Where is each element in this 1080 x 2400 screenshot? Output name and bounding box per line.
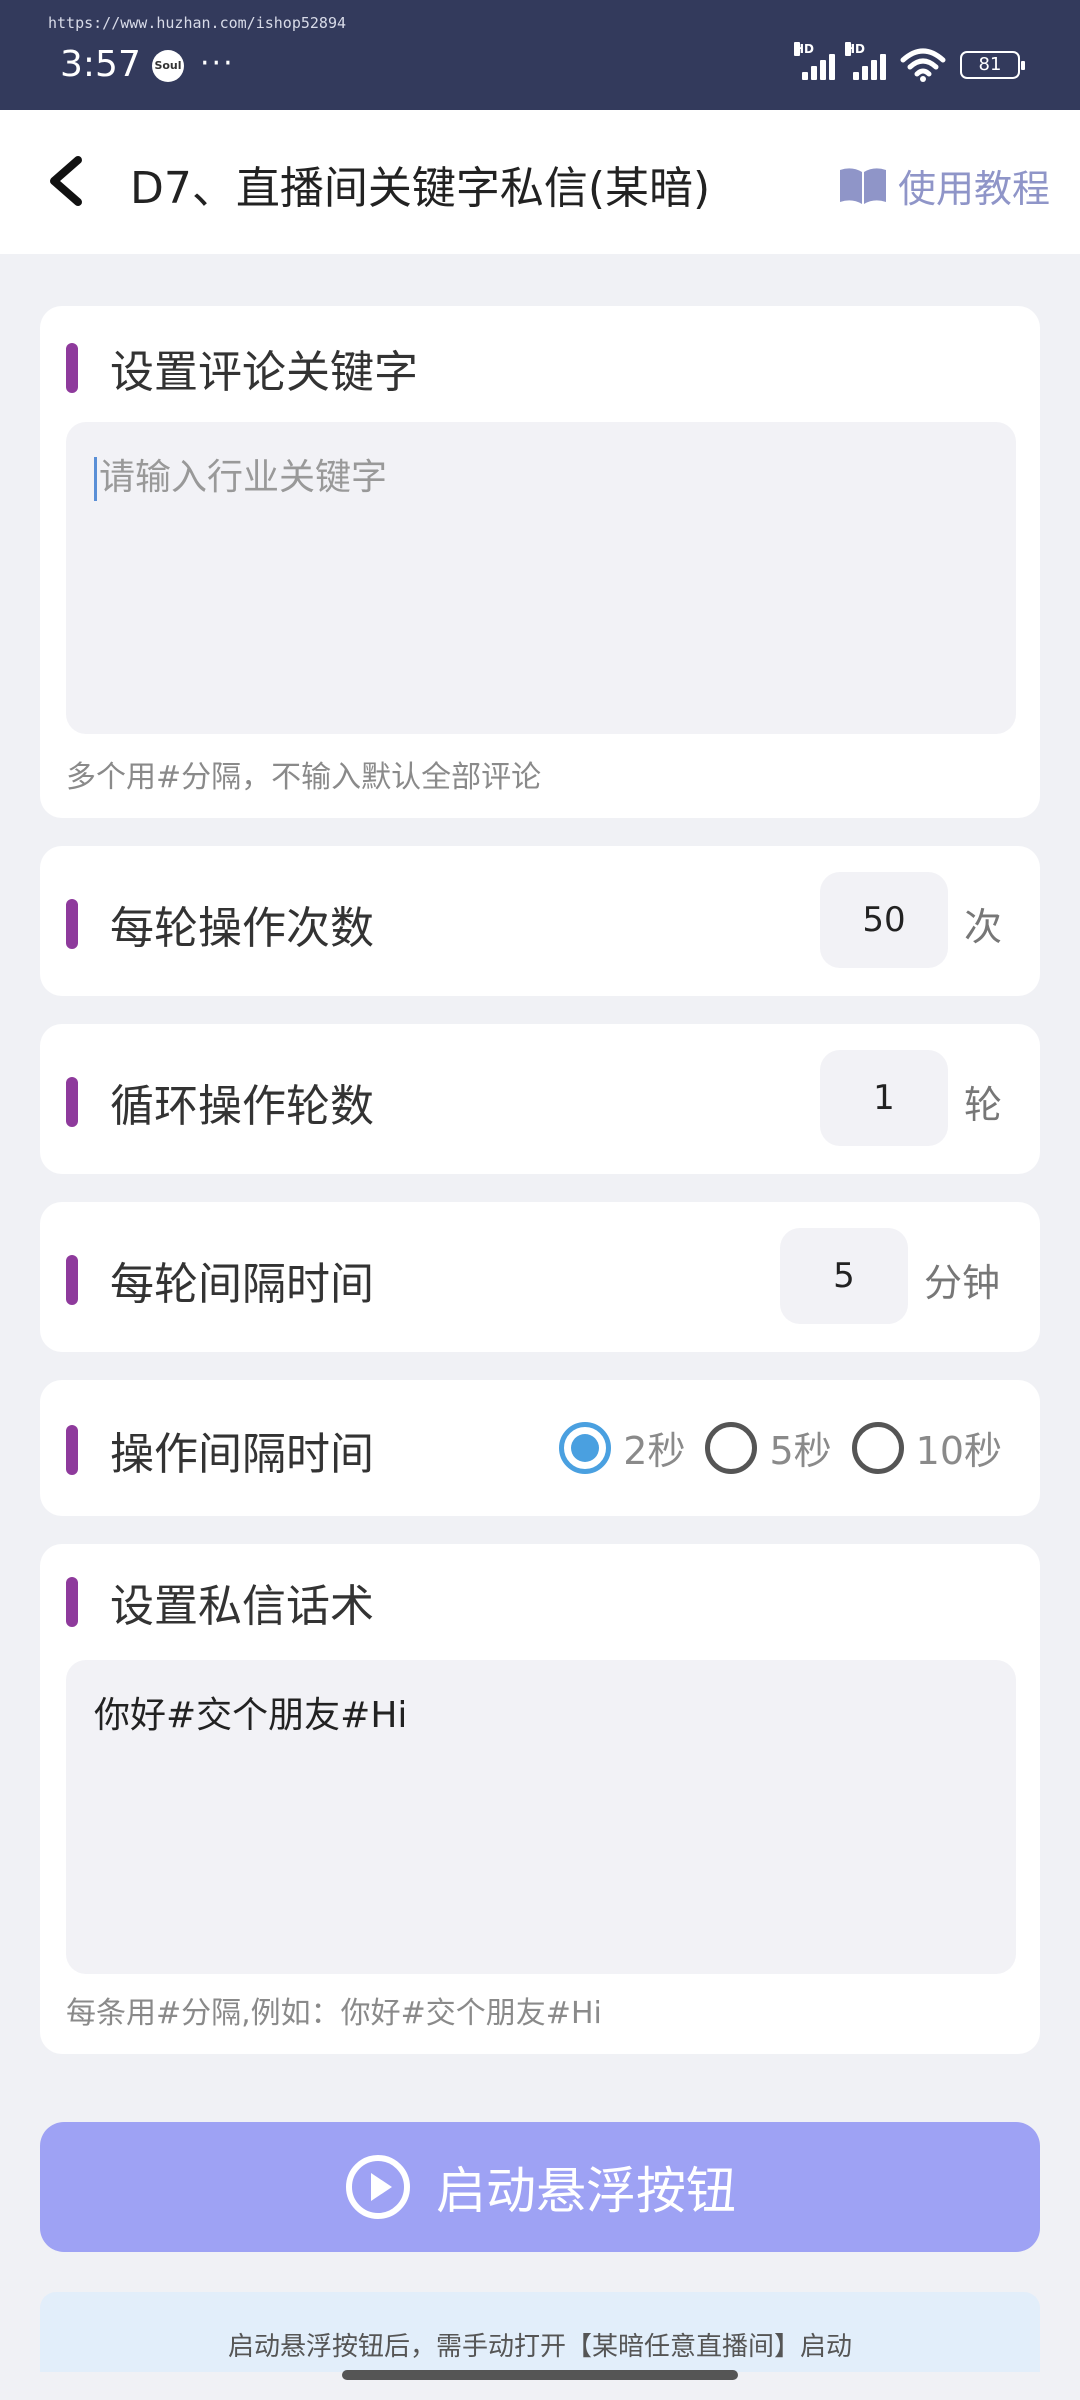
section-accent-bar [66,1577,78,1627]
section-accent-bar [66,899,78,949]
ops-per-round-unit: 次 [964,905,1003,949]
round-interval-unit: 分钟 [924,1261,1001,1305]
radio-10s[interactable]: 10秒 [851,1420,1002,1475]
radio-5s[interactable]: 5秒 [705,1420,832,1475]
section-accent-bar [66,343,78,393]
radio-2s[interactable]: 2秒 [559,1420,685,1475]
section-accent-bar [66,1255,78,1305]
keyword-card: 设置评论关键字 请输入行业关键字 多个用#分隔，不输入默认全部评论 [40,306,1040,818]
message-hint: 每条用#分隔,例如：你好#交个朋友#Hi [66,1996,602,2031]
soul-app-icon: Soul [152,50,184,82]
ops-per-round-input[interactable]: 50 [820,872,948,968]
loop-rounds-card: 循环操作轮数 1 轮 [40,1024,1040,1174]
ops-per-round-title: 每轮操作次数 [110,903,374,954]
battery-icon: 81 [960,51,1025,79]
signal-icon: HD [794,42,835,80]
tutorial-link[interactable]: 使用教程 [838,158,1050,213]
section-accent-bar [66,1077,78,1127]
op-interval-card: 操作间隔时间 2秒 5秒 10秒 [40,1380,1040,1516]
start-floating-button[interactable]: 启动悬浮按钮 [40,2122,1040,2252]
status-bar: https://www.huzhan.com/ishop52894 3:57 S… [0,0,1080,110]
back-arrow-icon[interactable] [40,148,100,214]
round-interval-title: 每轮间隔时间 [110,1259,374,1310]
wifi-icon [900,48,946,82]
loop-rounds-unit: 轮 [964,1083,1003,1127]
round-interval-card: 每轮间隔时间 5 分钟 [40,1202,1040,1352]
section-accent-bar [66,1425,78,1475]
radio-label: 10秒 [915,1429,1002,1473]
more-notifications-icon: ··· [200,46,235,81]
signal-icon-2: HD [845,42,886,80]
home-indicator[interactable] [342,2370,738,2380]
loop-rounds-input[interactable]: 1 [820,1050,948,1146]
round-interval-input[interactable]: 5 [780,1228,908,1324]
app-header: D7、直播间关键字私信(某暗) 使用教程 [0,110,1080,254]
loop-rounds-title: 循环操作轮数 [110,1081,374,1132]
radio-label: 2秒 [623,1429,686,1473]
message-input[interactable]: 你好#交个朋友#Hi [66,1660,1016,1974]
keyword-input[interactable]: 请输入行业关键字 [66,422,1016,734]
radio-label: 5秒 [769,1429,832,1473]
start-button-label: 启动悬浮按钮 [436,2162,736,2220]
message-section-title: 设置私信话术 [110,1581,374,1632]
book-icon [839,167,886,204]
message-card: 设置私信话术 你好#交个朋友#Hi 每条用#分隔,例如：你好#交个朋友#Hi [40,1544,1040,2054]
status-time: 3:57 [60,44,141,85]
page-title: D7、直播间关键字私信(某暗) [130,163,711,214]
radio-unchecked-icon [851,1421,904,1474]
ops-per-round-card: 每轮操作次数 50 次 [40,846,1040,996]
radio-checked-icon [559,1421,612,1474]
op-interval-title: 操作间隔时间 [110,1429,374,1480]
keyword-hint: 多个用#分隔，不输入默认全部评论 [66,760,542,795]
notice-banner: 启动悬浮按钮后，需手动打开【某暗任意直播间】启动 [40,2292,1040,2372]
keyword-placeholder: 请输入行业关键字 [99,457,388,498]
radio-unchecked-icon [705,1421,758,1474]
op-interval-radio-group: 2秒 5秒 10秒 [559,1420,1002,1475]
tutorial-label: 使用教程 [897,167,1050,211]
play-circle-icon [346,2155,410,2219]
watermark: https://www.huzhan.com/ishop52894 [48,14,347,32]
keyword-section-title: 设置评论关键字 [110,347,418,398]
